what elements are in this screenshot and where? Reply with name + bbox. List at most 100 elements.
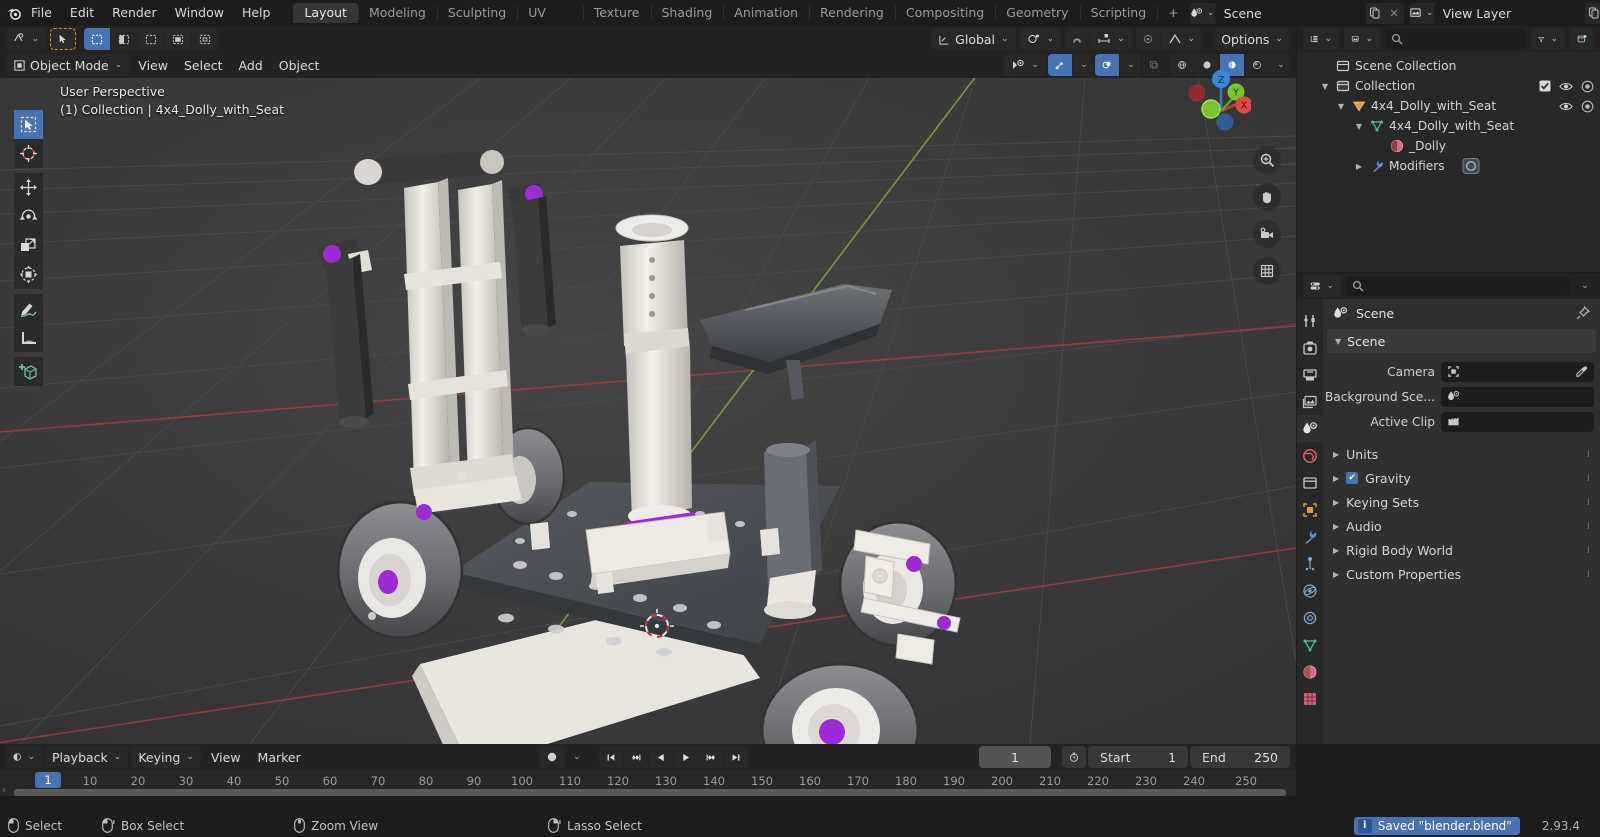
custom-properties-panel[interactable]: ▶ Custom Properties ⁞ <box>1323 562 1600 586</box>
proportional-falloff-selector[interactable]: ⌄ <box>1160 28 1203 50</box>
rotate-tool[interactable] <box>14 202 43 231</box>
orthographic-grid-icon[interactable] <box>1253 257 1281 285</box>
scene-selector[interactable]: ⌄ Scene ✕ <box>1189 2 1404 24</box>
menu-add[interactable]: Add <box>232 54 270 76</box>
menu-window[interactable]: Window <box>166 3 233 23</box>
play-icon[interactable] <box>673 746 698 768</box>
tab-uv-editing[interactable]: UV Editing <box>517 3 583 40</box>
expand-triangle[interactable]: ▼ <box>1353 122 1365 131</box>
frame-end-field[interactable]: End 250 <box>1190 746 1291 768</box>
menu-keying[interactable]: Keying ⌄ <box>131 746 201 768</box>
properties-editor-icon[interactable]: ⌄ <box>1303 275 1341 297</box>
background-scene-field[interactable] <box>1441 386 1594 407</box>
playhead[interactable]: 1 <box>35 772 61 788</box>
gizmo-options-button[interactable]: ⌄ <box>1073 54 1093 76</box>
blender-logo-icon[interactable] <box>6 5 22 21</box>
pivot-point-selector[interactable]: ⌄ <box>1019 28 1062 50</box>
select-subtract-button[interactable] <box>138 28 164 50</box>
outliner-row-scene-collection[interactable]: Scene Collection <box>1297 56 1600 76</box>
toggle-xray-button[interactable] <box>1142 54 1166 76</box>
panel-drag-dots[interactable]: ⁞ <box>1587 545 1590 556</box>
overlay-options-button[interactable]: ⌄ <box>1120 54 1140 76</box>
measure-tool[interactable] <box>14 323 43 352</box>
zoom-icon[interactable] <box>1253 146 1281 174</box>
gravity-panel[interactable]: ▶ ✔ Gravity ⁞ <box>1323 466 1600 490</box>
add-workspace-button[interactable]: + <box>1157 3 1189 23</box>
physics-tab[interactable] <box>1297 577 1323 604</box>
pan-hand-icon[interactable] <box>1253 183 1281 211</box>
camera-icon[interactable] <box>1253 220 1281 248</box>
menu-select[interactable]: Select <box>177 54 230 76</box>
object-data-tab[interactable] <box>1297 631 1323 658</box>
panel-drag-dots[interactable]: ⁞ <box>1587 473 1590 484</box>
outliner-search-input[interactable] <box>1385 29 1526 49</box>
menu-object[interactable]: Object <box>272 54 327 76</box>
scene-icon[interactable]: ⌄ <box>1190 6 1216 20</box>
tool-tab[interactable] <box>1297 307 1323 334</box>
tweak-select-tool[interactable] <box>14 110 43 139</box>
view-layer-tab[interactable] <box>1297 388 1323 415</box>
properties-options-button[interactable]: ⌄ <box>1574 275 1594 297</box>
new-scene-icon[interactable] <box>1366 7 1385 19</box>
object-tab[interactable] <box>1297 496 1323 523</box>
show-overlays-button[interactable] <box>1095 54 1119 76</box>
camera-field[interactable] <box>1441 361 1594 382</box>
menu-file[interactable]: File <box>22 3 61 23</box>
navigation-gizmo[interactable]: Z Y X <box>1175 64 1251 140</box>
expand-triangle[interactable]: ▼ <box>1335 102 1347 111</box>
gravity-checkbox[interactable]: ✔ <box>1346 472 1359 484</box>
select-invert-button[interactable] <box>165 28 191 50</box>
select-set-button[interactable] <box>84 28 110 50</box>
collection-checkbox[interactable] <box>1539 80 1551 92</box>
jump-end-icon[interactable] <box>723 746 748 768</box>
add-cube-tool[interactable] <box>14 357 43 386</box>
active-tool-selector[interactable]: ⌄ <box>6 28 46 50</box>
object-type-visibility-selector[interactable]: ⌄ <box>1004 54 1046 76</box>
disable-in-renders-icon[interactable] <box>1581 80 1594 93</box>
expand-triangle[interactable]: ▶ <box>1353 162 1365 171</box>
pin-icon[interactable] <box>1576 306 1590 320</box>
hide-in-viewport-icon[interactable] <box>1559 101 1573 112</box>
constraints-tab[interactable] <box>1297 604 1323 631</box>
cursor-tool[interactable] <box>14 139 43 168</box>
tab-sculpting[interactable]: Sculpting <box>436 3 517 23</box>
menu-playback[interactable]: Playback ⌄ <box>45 746 129 768</box>
outliner-row-mesh-data[interactable]: ▼ 4x4_Dolly_with_Seat <box>1297 116 1600 136</box>
snap-target-selector[interactable]: ⌄ <box>1090 28 1132 50</box>
scroll-arrow-icon[interactable]: › <box>2 785 6 796</box>
menu-render[interactable]: Render <box>103 3 166 23</box>
output-tab[interactable] <box>1297 361 1323 388</box>
properties-search-input[interactable] <box>1346 276 1569 296</box>
tab-modeling[interactable]: Modeling <box>357 3 437 23</box>
outliner-row-collection[interactable]: ▼ Collection <box>1297 76 1600 96</box>
tab-compositing[interactable]: Compositing <box>894 3 995 23</box>
outliner-row-material[interactable]: _Dolly <box>1297 136 1600 156</box>
show-gizmo-button[interactable] <box>1048 54 1072 76</box>
transform-orientation-selector[interactable]: Global ⌄ <box>931 28 1016 50</box>
texture-tab[interactable] <box>1297 685 1323 712</box>
stopwatch-icon[interactable] <box>1062 746 1087 768</box>
disable-in-renders-icon[interactable] <box>1581 100 1594 113</box>
funnel-icon[interactable]: ⌄ <box>1531 28 1565 50</box>
menu-view[interactable]: View <box>131 54 175 76</box>
scene-panel-header[interactable]: ▼ Scene <box>1327 329 1596 353</box>
timeline-edit-0or-icon[interactable]: ⌄ <box>6 746 42 768</box>
next-keyframe-icon[interactable] <box>698 746 723 768</box>
outliner-row-object[interactable]: ▼ 4x4_Dolly_with_Seat <box>1297 96 1600 116</box>
move-tool[interactable] <box>14 173 43 202</box>
modifier-badge-icon[interactable] <box>1462 158 1480 174</box>
viewport-options-button[interactable]: Options ⌄ <box>1214 28 1290 50</box>
scene-tab[interactable] <box>1297 415 1323 442</box>
viewport-canvas[interactable]: User Perspective (1) Collection | 4x4_Do… <box>0 78 1296 744</box>
view-layer-icon[interactable]: ⌄ <box>1409 6 1435 20</box>
magnet-icon[interactable] <box>1065 28 1090 50</box>
tab-animation[interactable]: Animation <box>723 3 809 23</box>
menu-view[interactable]: View <box>204 746 248 768</box>
outliner-display-mode-icon[interactable]: ⌄ <box>1303 28 1339 50</box>
particles-tab[interactable] <box>1297 550 1323 577</box>
new-collection-icon[interactable] <box>1570 28 1594 50</box>
shading-options-button[interactable]: ⌄ <box>1270 54 1290 76</box>
tweak-tool-button[interactable] <box>50 28 76 50</box>
tab-scripting[interactable]: Scripting <box>1079 3 1158 23</box>
world-tab[interactable] <box>1297 442 1323 469</box>
